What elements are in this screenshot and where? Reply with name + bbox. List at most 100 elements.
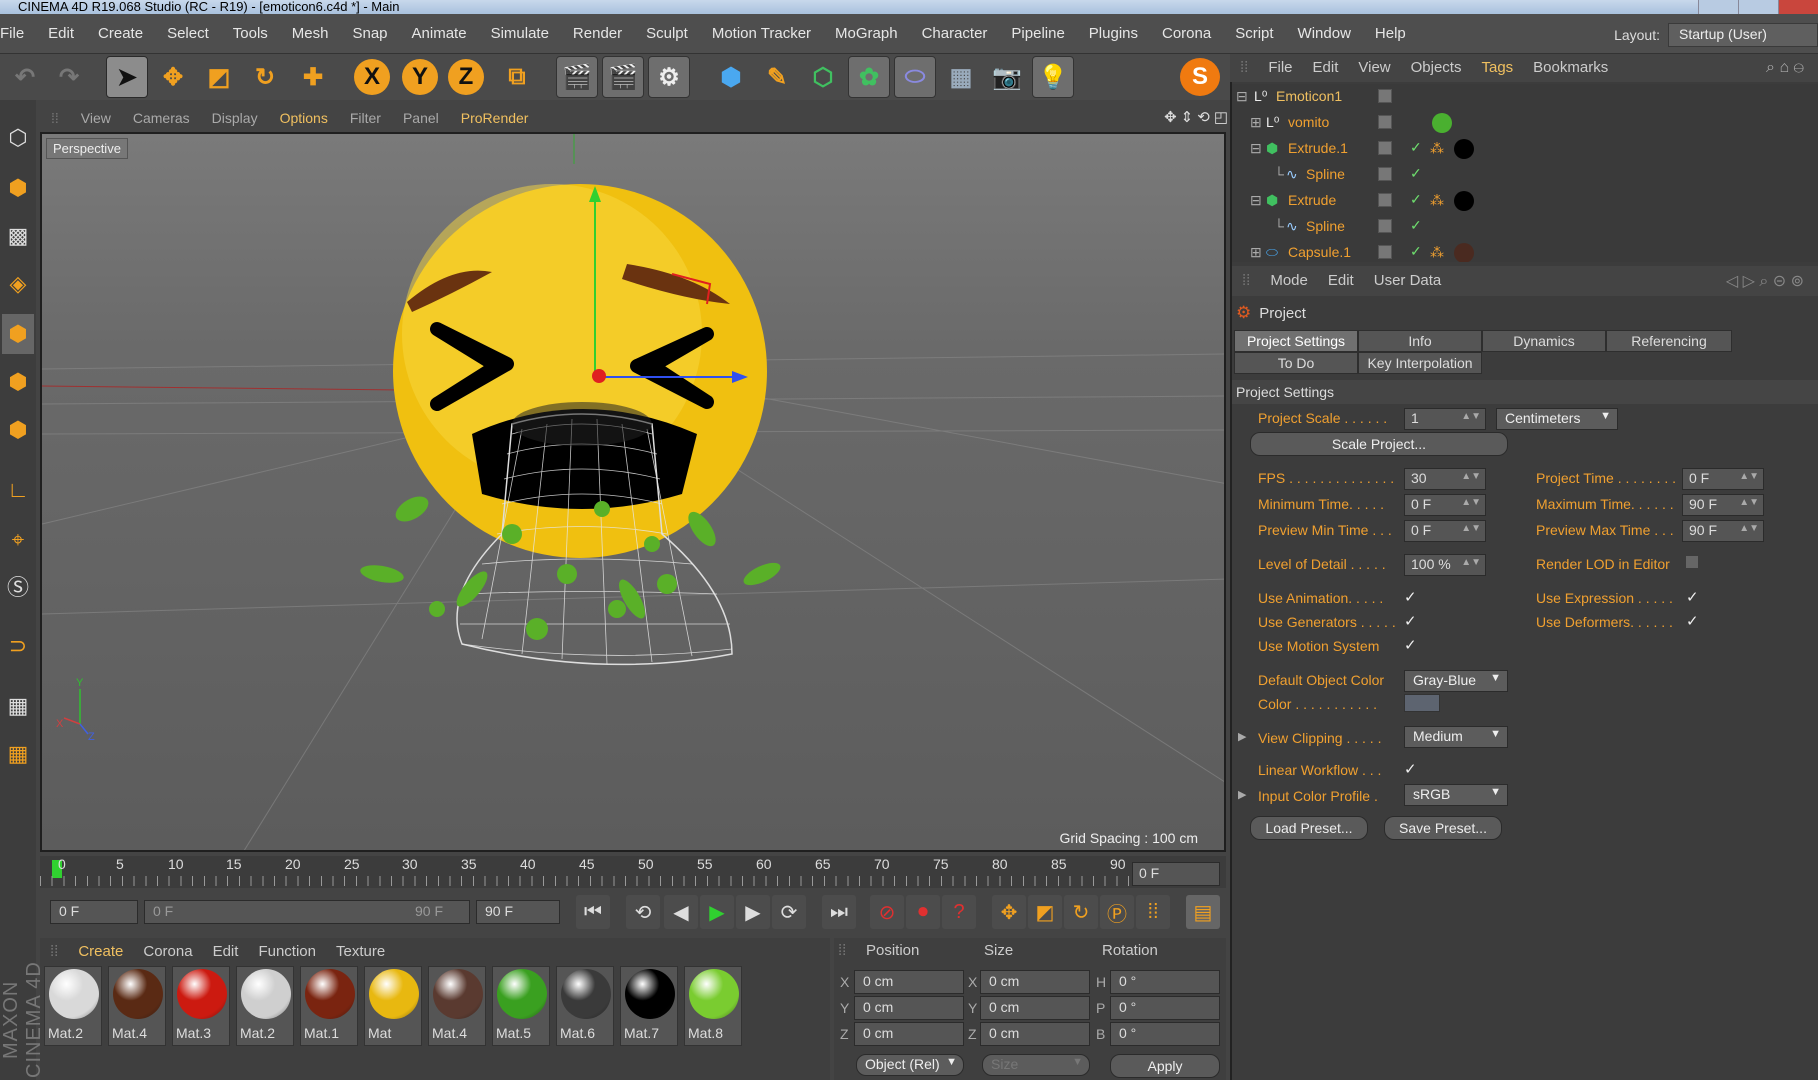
material-tag-icon[interactable] bbox=[1454, 191, 1474, 211]
go-to-end-icon[interactable]: ⏭ bbox=[822, 895, 856, 929]
object-row-capsule1[interactable]: ⊞ ⬭ Capsule.1 ✓ ⁂ bbox=[1232, 240, 1818, 262]
material-menu-function[interactable]: Function bbox=[248, 938, 326, 966]
use-deformers-checkbox[interactable]: ✓ bbox=[1686, 614, 1702, 630]
object-row-emoticon1[interactable]: ⊟ L⁰ Emoticon1 bbox=[1232, 84, 1818, 110]
size-y-field[interactable]: 0 cm bbox=[980, 996, 1090, 1020]
record-point-level-icon[interactable]: ⁞⁞ bbox=[1136, 895, 1170, 929]
material-thumbnail[interactable]: Mat bbox=[364, 966, 422, 1046]
material-thumbnail[interactable]: Mat.6 bbox=[556, 966, 614, 1046]
end-frame-field[interactable]: 90 F bbox=[476, 900, 560, 924]
visibility-icon[interactable] bbox=[1378, 219, 1392, 233]
workplane-lock-icon[interactable]: ▦ bbox=[2, 686, 34, 726]
menu-file[interactable]: File bbox=[0, 14, 36, 54]
minimize-button[interactable] bbox=[1698, 0, 1738, 14]
load-preset-button[interactable]: Load Preset... bbox=[1250, 816, 1368, 840]
record-active-objects-icon[interactable]: ⊘ bbox=[870, 895, 904, 929]
object-menu-edit[interactable]: Edit bbox=[1303, 54, 1349, 82]
object-menu-bookmarks[interactable]: Bookmarks bbox=[1523, 54, 1618, 82]
stepper-icon[interactable]: ▲▼ bbox=[1461, 523, 1481, 534]
menu-window[interactable]: Window bbox=[1286, 14, 1363, 54]
linear-workflow-checkbox[interactable]: ✓ bbox=[1404, 762, 1420, 778]
material-tag-icon[interactable] bbox=[1432, 113, 1452, 133]
move-view-icon[interactable]: ✥ bbox=[1164, 108, 1177, 126]
attribute-nav-icons[interactable]: ◁ ▷ ⌕ ⊝ ⊚ bbox=[1726, 271, 1818, 291]
object-row-extrude1[interactable]: ⊟ ⬢ Extrude.1 ✓ ⁂ bbox=[1232, 136, 1818, 162]
material-thumbnail[interactable]: Mat.2 bbox=[236, 966, 294, 1046]
viewport-menu-prorender[interactable]: ProRender bbox=[450, 106, 540, 130]
floor-icon[interactable]: ▦ bbox=[940, 56, 982, 98]
menu-tools[interactable]: Tools bbox=[221, 14, 280, 54]
viewport-menu-filter[interactable]: Filter bbox=[339, 106, 392, 130]
menu-select[interactable]: Select bbox=[155, 14, 221, 54]
preview-min-time-field[interactable]: 0 F ▲▼ bbox=[1404, 520, 1486, 542]
tab-key-interpolation[interactable]: Key Interpolation bbox=[1358, 352, 1482, 374]
tweak-mode-icon[interactable]: ⌖ bbox=[2, 520, 34, 560]
workplane-mode-icon[interactable]: ◈ bbox=[2, 264, 34, 304]
viewport-menu-panel[interactable]: Panel bbox=[392, 106, 450, 130]
menu-pipeline[interactable]: Pipeline bbox=[999, 14, 1076, 54]
undo-icon[interactable]: ↶ bbox=[4, 56, 46, 98]
gizmo-center[interactable] bbox=[592, 369, 606, 383]
deformer-icon[interactable]: ⬭ bbox=[894, 56, 936, 98]
object-row-spline[interactable]: └ ∿ Spline ✓ bbox=[1232, 162, 1818, 188]
material-thumbnail[interactable]: Mat.4 bbox=[428, 966, 486, 1046]
stepper-icon[interactable]: ▲▼ bbox=[1461, 497, 1481, 508]
redo-icon[interactable]: ↷ bbox=[48, 56, 90, 98]
viewport-menu-cameras[interactable]: Cameras bbox=[122, 106, 201, 130]
enabled-check-icon[interactable]: ✓ bbox=[1410, 191, 1422, 208]
enabled-check-icon[interactable]: ✓ bbox=[1410, 243, 1422, 260]
material-tag-icon[interactable] bbox=[1454, 243, 1474, 262]
attribute-menu-mode[interactable]: Mode bbox=[1260, 266, 1318, 296]
pen-tool-icon[interactable]: ✎ bbox=[756, 56, 798, 98]
scale-tool-icon[interactable]: ◩ bbox=[198, 56, 240, 98]
size-x-field[interactable]: 0 cm bbox=[980, 970, 1090, 994]
position-x-field[interactable]: 0 cm bbox=[854, 970, 964, 994]
timeline-ruler[interactable] bbox=[40, 856, 1226, 888]
enabled-check-icon[interactable]: ✓ bbox=[1410, 165, 1422, 182]
color-swatch[interactable] bbox=[1404, 694, 1440, 712]
material-menu-edit[interactable]: Edit bbox=[203, 938, 249, 966]
preview-range-slider[interactable]: 0 F 90 F bbox=[144, 900, 470, 924]
autokeying-icon[interactable]: ⏺ bbox=[906, 895, 940, 929]
material-thumbnail[interactable]: Mat.5 bbox=[492, 966, 550, 1046]
menu-help[interactable]: Help bbox=[1363, 14, 1418, 54]
render-view-icon[interactable]: 🎬 bbox=[556, 56, 598, 98]
cloner-icon[interactable]: ✿ bbox=[848, 56, 890, 98]
object-menu-tags[interactable]: Tags bbox=[1471, 54, 1523, 82]
visibility-icon[interactable] bbox=[1378, 193, 1392, 207]
save-preset-button[interactable]: Save Preset... bbox=[1384, 816, 1502, 840]
tab-project-settings[interactable]: Project Settings bbox=[1234, 330, 1358, 352]
light-icon[interactable]: 💡 bbox=[1032, 56, 1074, 98]
move-tool-icon[interactable]: ✥ bbox=[152, 56, 194, 98]
subdivision-icon[interactable]: ⬡ bbox=[802, 56, 844, 98]
menu-create[interactable]: Create bbox=[86, 14, 155, 54]
layout-dropdown[interactable]: Startup (User) bbox=[1668, 23, 1818, 47]
snapping-icon[interactable]: Ⓢ bbox=[2, 566, 34, 606]
project-time-field[interactable]: 0 F ▲▼ bbox=[1682, 468, 1764, 490]
viewport-menu-view[interactable]: View bbox=[70, 106, 122, 130]
menu-corona[interactable]: Corona bbox=[1150, 14, 1223, 54]
expand-arrow-icon[interactable]: ▶ bbox=[1238, 730, 1246, 743]
phong-tag-icon[interactable]: ⁂ bbox=[1430, 244, 1444, 261]
stepper-icon[interactable]: ▲▼ bbox=[1461, 471, 1481, 482]
material-thumbnail[interactable]: Mat.8 bbox=[684, 966, 742, 1046]
material-thumbnail[interactable]: Mat.3 bbox=[172, 966, 230, 1046]
stepper-icon[interactable]: ▲▼ bbox=[1739, 523, 1759, 534]
texture-mode-icon[interactable]: ▩ bbox=[2, 216, 34, 256]
y-axis-lock-icon[interactable]: Y bbox=[402, 59, 438, 95]
material-menu-corona[interactable]: Corona bbox=[133, 938, 202, 966]
viewport-perspective[interactable]: Y X Z Perspective Grid Spacing : 100 cm bbox=[40, 132, 1226, 852]
level-of-detail-field[interactable]: 100 % ▲▼ bbox=[1404, 554, 1486, 576]
material-menu-create[interactable]: Create bbox=[68, 938, 133, 966]
menu-mograph[interactable]: MoGraph bbox=[823, 14, 910, 54]
preview-max-time-field[interactable]: 90 F ▲▼ bbox=[1682, 520, 1764, 542]
fps-field[interactable]: 30 ▲▼ bbox=[1404, 468, 1486, 490]
tab-info[interactable]: Info bbox=[1358, 330, 1482, 352]
zoom-view-icon[interactable]: ⇕ bbox=[1181, 108, 1194, 126]
rotate-view-icon[interactable]: ⟲ bbox=[1197, 108, 1210, 126]
material-thumbnail[interactable]: Mat.2 bbox=[44, 966, 102, 1046]
stepper-icon[interactable]: ▲▼ bbox=[1461, 557, 1481, 568]
rotate-tool-icon[interactable]: ↻ bbox=[244, 56, 286, 98]
rotation-p-field[interactable]: 0 ° bbox=[1110, 996, 1220, 1020]
material-thumbnail[interactable]: Mat.4 bbox=[108, 966, 166, 1046]
